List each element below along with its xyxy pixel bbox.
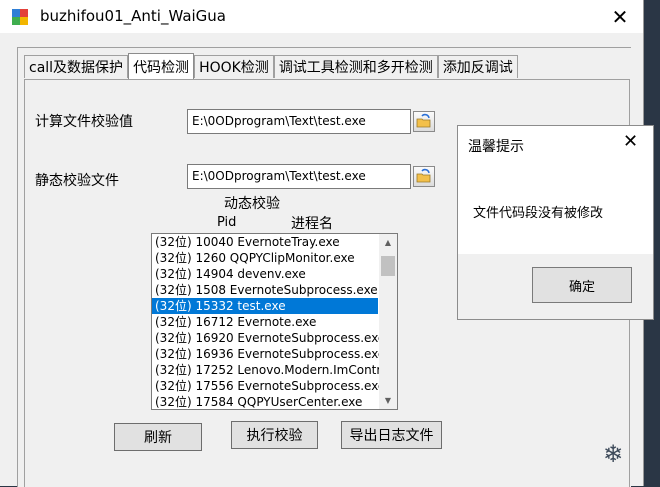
process-row[interactable]: (32位) 1260 QQPYClipMonitor.exe [152,250,397,266]
process-row[interactable]: (32位) 17584 QQPYUserCenter.exe [152,394,397,409]
process-row[interactable]: (32位) 1508 EvernoteSubprocess.exe [152,282,397,298]
checksum-label: 计算文件校验值 [35,114,133,130]
process-list-scrollbar[interactable]: ▲ ▼ [379,234,397,409]
snowflake-icon: ❄ [603,440,624,468]
dynamic-check-label: 动态校验 [224,196,280,212]
static-check-label: 静态校验文件 [35,173,119,189]
dialog-close-button[interactable]: ✕ [623,131,638,152]
dialog-footer: 确定 [458,254,653,319]
refresh-button[interactable]: 刷新 [114,423,202,451]
process-name-column-header: 进程名 [291,216,333,232]
scroll-up-arrow-icon[interactable]: ▲ [379,234,397,251]
tab-debugger-check[interactable]: 调试工具检测和多开检测 [273,55,438,78]
process-row[interactable]: (32位) 16936 EvernoteSubprocess.exe [152,346,397,362]
checksum-path-field[interactable]: E:\0ODprogram\Text\test.exe [187,109,411,134]
folder-icon [416,168,431,183]
process-row[interactable]: (32位) 16920 EvernoteSubprocess.exe [152,330,397,346]
verify-button[interactable]: 执行校验 [231,421,318,449]
scroll-thumb[interactable] [381,256,395,276]
window-close-button[interactable]: ✕ [597,0,643,33]
dialog-ok-button[interactable]: 确定 [532,267,632,303]
dialog-title: 温馨提示 [468,139,524,155]
process-row[interactable]: (32位) 10040 EvernoteTray.exe [152,234,397,250]
static-path-field[interactable]: E:\0ODprogram\Text\test.exe [187,164,411,189]
folder-icon [416,113,431,128]
tab-call-protection[interactable]: call及数据保护 [24,55,129,78]
checksum-browse-button[interactable] [413,111,435,132]
title-bar: buzhifou01_Anti_WaiGua ✕ [0,0,643,33]
tab-hook-check[interactable]: HOOK检测 [194,55,274,78]
process-row-selected[interactable]: (32位) 15332 test.exe [152,298,378,314]
app-cube-icon [12,9,28,25]
scroll-down-arrow-icon[interactable]: ▼ [379,392,397,409]
process-row[interactable]: (32位) 17252 Lenovo.Modern.ImController [152,362,397,378]
tab-anti-debug[interactable]: 添加反调试 [437,55,518,78]
message-dialog: 温馨提示 ✕ 文件代码段没有被修改 确定 [457,125,654,320]
tab-code-check[interactable]: 代码检测 [128,53,195,79]
static-browse-button[interactable] [413,166,435,187]
export-log-button[interactable]: 导出日志文件 [341,421,442,449]
process-row[interactable]: (32位) 14904 devenv.exe [152,266,397,282]
process-list[interactable]: (32位) 10040 EvernoteTray.exe (32位) 1260 … [151,233,398,410]
tab-bar: call及数据保护 代码检测 HOOK检测 调试工具检测和多开检测 添加反调试 [24,53,518,79]
pid-column-header: Pid [217,215,237,230]
dialog-message: 文件代码段没有被修改 [473,206,604,221]
window-title: buzhifou01_Anti_WaiGua [40,7,226,25]
process-row[interactable]: (32位) 16712 Evernote.exe [152,314,397,330]
process-row[interactable]: (32位) 17556 EvernoteSubprocess.exe [152,378,397,394]
